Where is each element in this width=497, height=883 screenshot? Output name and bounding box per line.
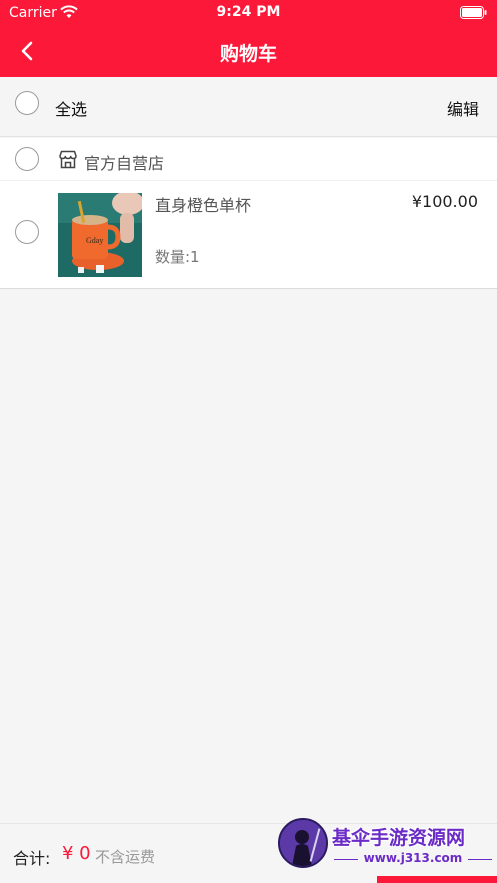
total-label: 合计:	[13, 849, 51, 868]
product-price: ¥100.00	[411, 192, 478, 211]
status-bar: Carrier 9:24 PM	[0, 0, 497, 26]
item-select-checkbox[interactable]	[15, 220, 39, 244]
svg-text:Gday: Gday	[86, 236, 103, 245]
watermark-url-row: www.j313.com	[334, 851, 492, 867]
store-card: 官方自营店 Gday 直身橙色单杯 ¥100.00 数量:1	[0, 138, 497, 289]
store-name: 官方自营店	[84, 154, 165, 173]
select-all-row: 全选 编辑	[0, 77, 497, 137]
watermark-url: www.j313.com	[363, 851, 463, 865]
page-title: 购物车	[219, 43, 277, 65]
select-all-checkbox[interactable]	[15, 91, 39, 115]
cart-item[interactable]: Gday 直身橙色单杯 ¥100.00 数量:1	[0, 182, 497, 288]
watermark: 基伞手游资源网 www.j313.com	[278, 815, 497, 875]
store-icon	[59, 150, 77, 169]
total-amount: ¥ 0	[62, 843, 91, 864]
store-header: 官方自营店	[0, 138, 497, 181]
mug-illustration: Gday	[58, 193, 142, 277]
nav-bar: 购物车	[0, 26, 497, 77]
checkout-button[interactable]	[377, 876, 497, 883]
shipping-note: 不含运费	[95, 848, 156, 866]
product-name[interactable]: 直身橙色单杯	[155, 192, 251, 216]
watermark-divider-right	[468, 859, 492, 860]
select-all-label: 全选	[55, 100, 88, 119]
battery-icon	[460, 6, 487, 19]
watermark-title: 基伞手游资源网	[332, 827, 466, 849]
app-header: Carrier 9:24 PM 购物车	[0, 0, 497, 77]
status-time: 9:24 PM	[216, 4, 281, 20]
product-image[interactable]: Gday	[58, 193, 142, 277]
edit-button[interactable]: 编辑	[447, 96, 479, 120]
store-select-checkbox[interactable]	[15, 147, 39, 171]
product-quantity: 数量:1	[155, 248, 200, 266]
watermark-logo	[278, 818, 328, 868]
